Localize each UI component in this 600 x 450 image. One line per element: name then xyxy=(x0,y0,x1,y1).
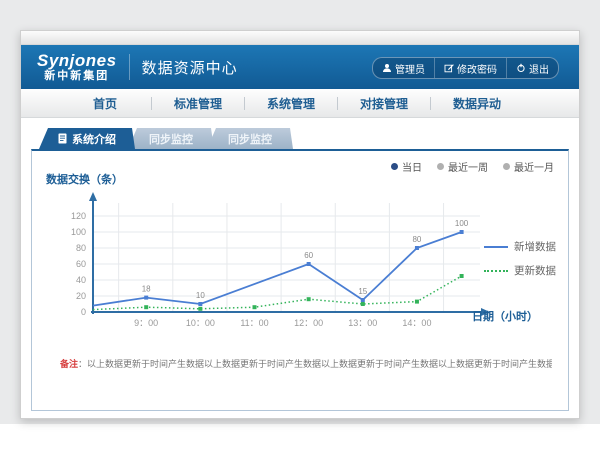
range-radio-last-week[interactable]: 最近一周 xyxy=(437,159,488,174)
range-radio-last-month[interactable]: 最近一月 xyxy=(503,159,554,174)
nav-item-data-change[interactable]: 数据异动 xyxy=(431,95,523,112)
nav-item-standard-mgmt[interactable]: 标准管理 xyxy=(152,95,244,112)
user-button[interactable]: 管理员 xyxy=(373,58,434,78)
nav-item-system-mgmt[interactable]: 系统管理 xyxy=(245,95,337,112)
nav-item-home[interactable]: 首页 xyxy=(59,95,151,112)
tab-label: 同步监控 xyxy=(149,131,193,147)
window-top-strip xyxy=(21,31,579,45)
power-icon xyxy=(516,63,526,73)
range-radio-group: 当日 最近一周 最近一月 xyxy=(391,159,554,174)
svg-text:100: 100 xyxy=(71,227,86,237)
range-label: 当日 xyxy=(402,159,422,174)
range-label: 最近一月 xyxy=(514,159,554,174)
footnote-text: ：以上数据更新于时间产生数据以上数据更新于时间产生数据以上数据更新于时间产生数据… xyxy=(78,359,552,369)
header-divider xyxy=(129,54,130,80)
change-password-label: 修改密码 xyxy=(457,61,497,76)
legend-line-sample-solid xyxy=(484,246,508,248)
svg-text:80: 80 xyxy=(412,235,421,244)
legend-label: 新增数据 xyxy=(514,239,556,254)
main-nav: 首页 标准管理 系统管理 对接管理 数据异动 xyxy=(21,89,579,118)
svg-text:10：00: 10：00 xyxy=(186,318,215,328)
svg-text:0: 0 xyxy=(81,307,86,317)
app-window: Synjones 新中新集团 数据资源中心 管理员 修改密码 xyxy=(20,30,580,419)
tab-label: 系统介绍 xyxy=(72,131,116,147)
tab-sync-monitor-1[interactable]: 同步监控 xyxy=(128,128,214,149)
svg-text:13：00: 13：00 xyxy=(348,318,377,328)
svg-text:20: 20 xyxy=(76,291,86,301)
change-password-button[interactable]: 修改密码 xyxy=(434,58,506,78)
logout-button[interactable]: 退出 xyxy=(506,58,558,78)
legend-item-new-data[interactable]: 新增数据 xyxy=(484,239,556,254)
svg-text:11：00: 11：00 xyxy=(240,318,268,328)
nav-item-interface-mgmt[interactable]: 对接管理 xyxy=(338,95,430,112)
legend-label: 更新数据 xyxy=(514,263,556,278)
tab-system-intro[interactable]: 系统介绍 xyxy=(39,128,135,149)
content-panel: 当日 最近一周 最近一月 数据交换（条） 0 20 40 60 80 100 120 9：00… xyxy=(31,149,569,411)
svg-text:120: 120 xyxy=(71,211,86,221)
y-axis-label: 数据交换（条） xyxy=(46,171,123,187)
svg-text:100: 100 xyxy=(455,219,469,228)
footnote: 备注：以上数据更新于时间产生数据以上数据更新于时间产生数据以上数据更新于时间产生… xyxy=(60,357,552,370)
svg-text:40: 40 xyxy=(76,275,86,285)
svg-text:12：00: 12：00 xyxy=(294,318,323,328)
brand-logo[interactable]: Synjones 新中新集团 xyxy=(37,51,117,83)
svg-text:60: 60 xyxy=(304,251,313,260)
svg-text:15: 15 xyxy=(358,287,367,296)
tab-label: 同步监控 xyxy=(228,131,272,147)
document-icon xyxy=(58,133,67,144)
range-radio-today[interactable]: 当日 xyxy=(391,159,422,174)
logout-label: 退出 xyxy=(529,61,549,76)
user-name: 管理员 xyxy=(395,61,425,76)
radio-dot xyxy=(391,163,398,170)
tab-bar: 系统介绍 同步监控 同步监控 xyxy=(39,128,286,149)
app-title: 数据资源中心 xyxy=(142,57,238,78)
svg-text:14：00: 14：00 xyxy=(402,318,431,328)
chart-legend: 新增数据 更新数据 xyxy=(484,239,556,287)
x-axis-label: 日期（小时） xyxy=(472,308,538,324)
radio-dot xyxy=(503,163,510,170)
svg-text:80: 80 xyxy=(76,243,86,253)
svg-text:10: 10 xyxy=(196,291,205,300)
legend-line-sample-dotted xyxy=(484,270,508,272)
line-chart: 0 20 40 60 80 100 120 9：00 10：00 11：00 12：00 13：00 1… xyxy=(38,187,498,339)
tab-sync-monitor-2[interactable]: 同步监控 xyxy=(207,128,293,149)
range-label: 最近一周 xyxy=(448,159,488,174)
svg-text:60: 60 xyxy=(76,259,86,269)
app-header: Synjones 新中新集团 数据资源中心 管理员 修改密码 xyxy=(21,45,579,89)
svg-text:9：00: 9：00 xyxy=(134,318,158,328)
footnote-label: 备注 xyxy=(60,359,78,369)
svg-text:18: 18 xyxy=(142,285,151,294)
user-menu: 管理员 修改密码 退出 xyxy=(372,57,559,79)
edit-icon xyxy=(444,63,454,73)
brand-chinese-name: 新中新集团 xyxy=(37,70,117,83)
legend-item-updated-data[interactable]: 更新数据 xyxy=(484,263,556,278)
radio-dot xyxy=(437,163,444,170)
brand-name: Synjones xyxy=(37,51,117,71)
person-icon xyxy=(382,63,392,73)
